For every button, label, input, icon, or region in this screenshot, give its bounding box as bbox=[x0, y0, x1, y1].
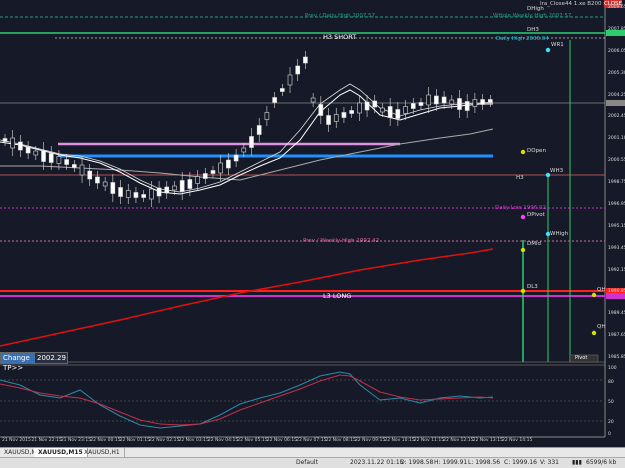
prev-daily-high-label: Prev / Daily High 2007.57 bbox=[305, 13, 376, 19]
qh-label: QH bbox=[597, 287, 606, 293]
price-tick: 2000.55 bbox=[608, 158, 625, 164]
dh3-label: DH3 bbox=[527, 27, 539, 33]
price-tick: 2007.85 bbox=[608, 26, 625, 32]
change-tp-panel: Change TP>> 2002.29 bbox=[0, 352, 68, 372]
time-tick: 22 Nov 09:15 bbox=[354, 438, 386, 443]
osc-tick: 50 bbox=[608, 400, 614, 405]
time-tick: 21 Nov 23:15 bbox=[60, 438, 92, 443]
dl3-label: DL3 bbox=[527, 284, 538, 290]
time-tick: 22 Nov 07:15 bbox=[296, 438, 327, 443]
osc-tick: 80 bbox=[608, 380, 614, 385]
l3-long-label: L3 LONG bbox=[323, 292, 352, 300]
wh3-label: WH3 bbox=[550, 168, 564, 174]
price-tick: 2005.30 bbox=[608, 70, 625, 76]
price-tick: 1996.95 bbox=[608, 201, 625, 207]
daily-high-label: Daily High 2006.04 bbox=[496, 36, 549, 42]
dpivot-label: DPivot bbox=[527, 212, 545, 218]
time-tick: 22 Nov 06:15 bbox=[266, 438, 298, 443]
time-tick: 21 Nov 22:15 bbox=[31, 438, 62, 443]
osc-axis: 100 80 50 20 0 bbox=[606, 366, 625, 438]
price-axis: 2009.65 2007.85 2006.05 2005.30 2004.25 2002.… bbox=[606, 0, 625, 362]
change-tp-button[interactable]: Change TP>> bbox=[1, 353, 35, 372]
price-tick: 1989.45 bbox=[608, 311, 625, 317]
time-tick: 22 Nov 13:15 bbox=[472, 438, 503, 443]
prev-weekly-high-label: Prev / Weekly High 1992.42 bbox=[303, 238, 380, 244]
weekly-high-label: WHole Weekly High 2007.57 bbox=[493, 13, 572, 19]
price-tick: 2004.25 bbox=[608, 92, 625, 98]
time-tick: 22 Nov 11:15 bbox=[413, 438, 445, 443]
time-tick: 22 Nov 00:15 bbox=[90, 438, 121, 443]
time-tick: 22 Nov 14:15 bbox=[502, 438, 533, 443]
time-tick: 22 Nov 12:15 bbox=[443, 438, 474, 443]
dmid-label: DMid bbox=[527, 241, 541, 247]
level-labels: Prev / Daily High 2007.57 WHole Weekly H… bbox=[0, 0, 625, 447]
pivot-box-label: Pivot bbox=[575, 355, 588, 361]
whigh-label: WHigh bbox=[550, 231, 569, 237]
price-tick: 2009.65 bbox=[608, 5, 625, 10]
price-tick: 2001.10 bbox=[608, 136, 625, 142]
time-tick: 22 Nov 03:15 bbox=[178, 438, 209, 443]
h3-short-label: H3 SHORT bbox=[323, 33, 357, 41]
price-tick: 1992.15 bbox=[608, 267, 625, 273]
price-tick: 1998.75 bbox=[608, 180, 625, 185]
wr1-label: WR1 bbox=[551, 42, 564, 48]
time-axis: 21 Nov 2015 21 Nov 22:15 21 Nov 23:15 22 No… bbox=[0, 437, 605, 447]
time-tick: 21 Nov 2015 bbox=[2, 438, 31, 443]
dhigh-label: DHigh bbox=[527, 6, 544, 12]
qh-label-2: QH bbox=[597, 324, 606, 330]
price-tick: 2002.45 bbox=[608, 114, 625, 120]
price-tick: 1995.15 bbox=[608, 223, 625, 229]
price-tick: 1990.95 bbox=[608, 289, 625, 295]
osc-tick: 20 bbox=[608, 420, 614, 425]
price-tick: 1985.85 bbox=[608, 355, 625, 360]
price-tick: 1987.65 bbox=[608, 333, 625, 339]
time-tick: 22 Nov 08:15 bbox=[325, 438, 356, 443]
time-tick: 22 Nov 02:15 bbox=[149, 438, 180, 443]
time-tick: 22 Nov 01:15 bbox=[119, 438, 150, 443]
daily-low-label: Daily Low 1996.02 bbox=[495, 205, 546, 211]
price-tick: 2006.05 bbox=[608, 48, 625, 54]
dopen-label: DOpen bbox=[527, 148, 546, 154]
h3-label: H3 bbox=[516, 175, 524, 181]
osc-tick: 0 bbox=[608, 432, 611, 437]
time-tick: 22 Nov 05:15 bbox=[237, 438, 268, 443]
time-tick: 22 Nov 10:15 bbox=[384, 438, 415, 443]
time-tick: 22 Nov 04:15 bbox=[207, 438, 239, 443]
status-bar: Default 2023.11.22 01:15 O: 1998.58 H: 1… bbox=[0, 457, 625, 468]
price-tick: 1993.45 bbox=[608, 245, 625, 251]
tp-value: 2002.29 bbox=[37, 354, 66, 362]
osc-tick: 100 bbox=[608, 366, 617, 371]
